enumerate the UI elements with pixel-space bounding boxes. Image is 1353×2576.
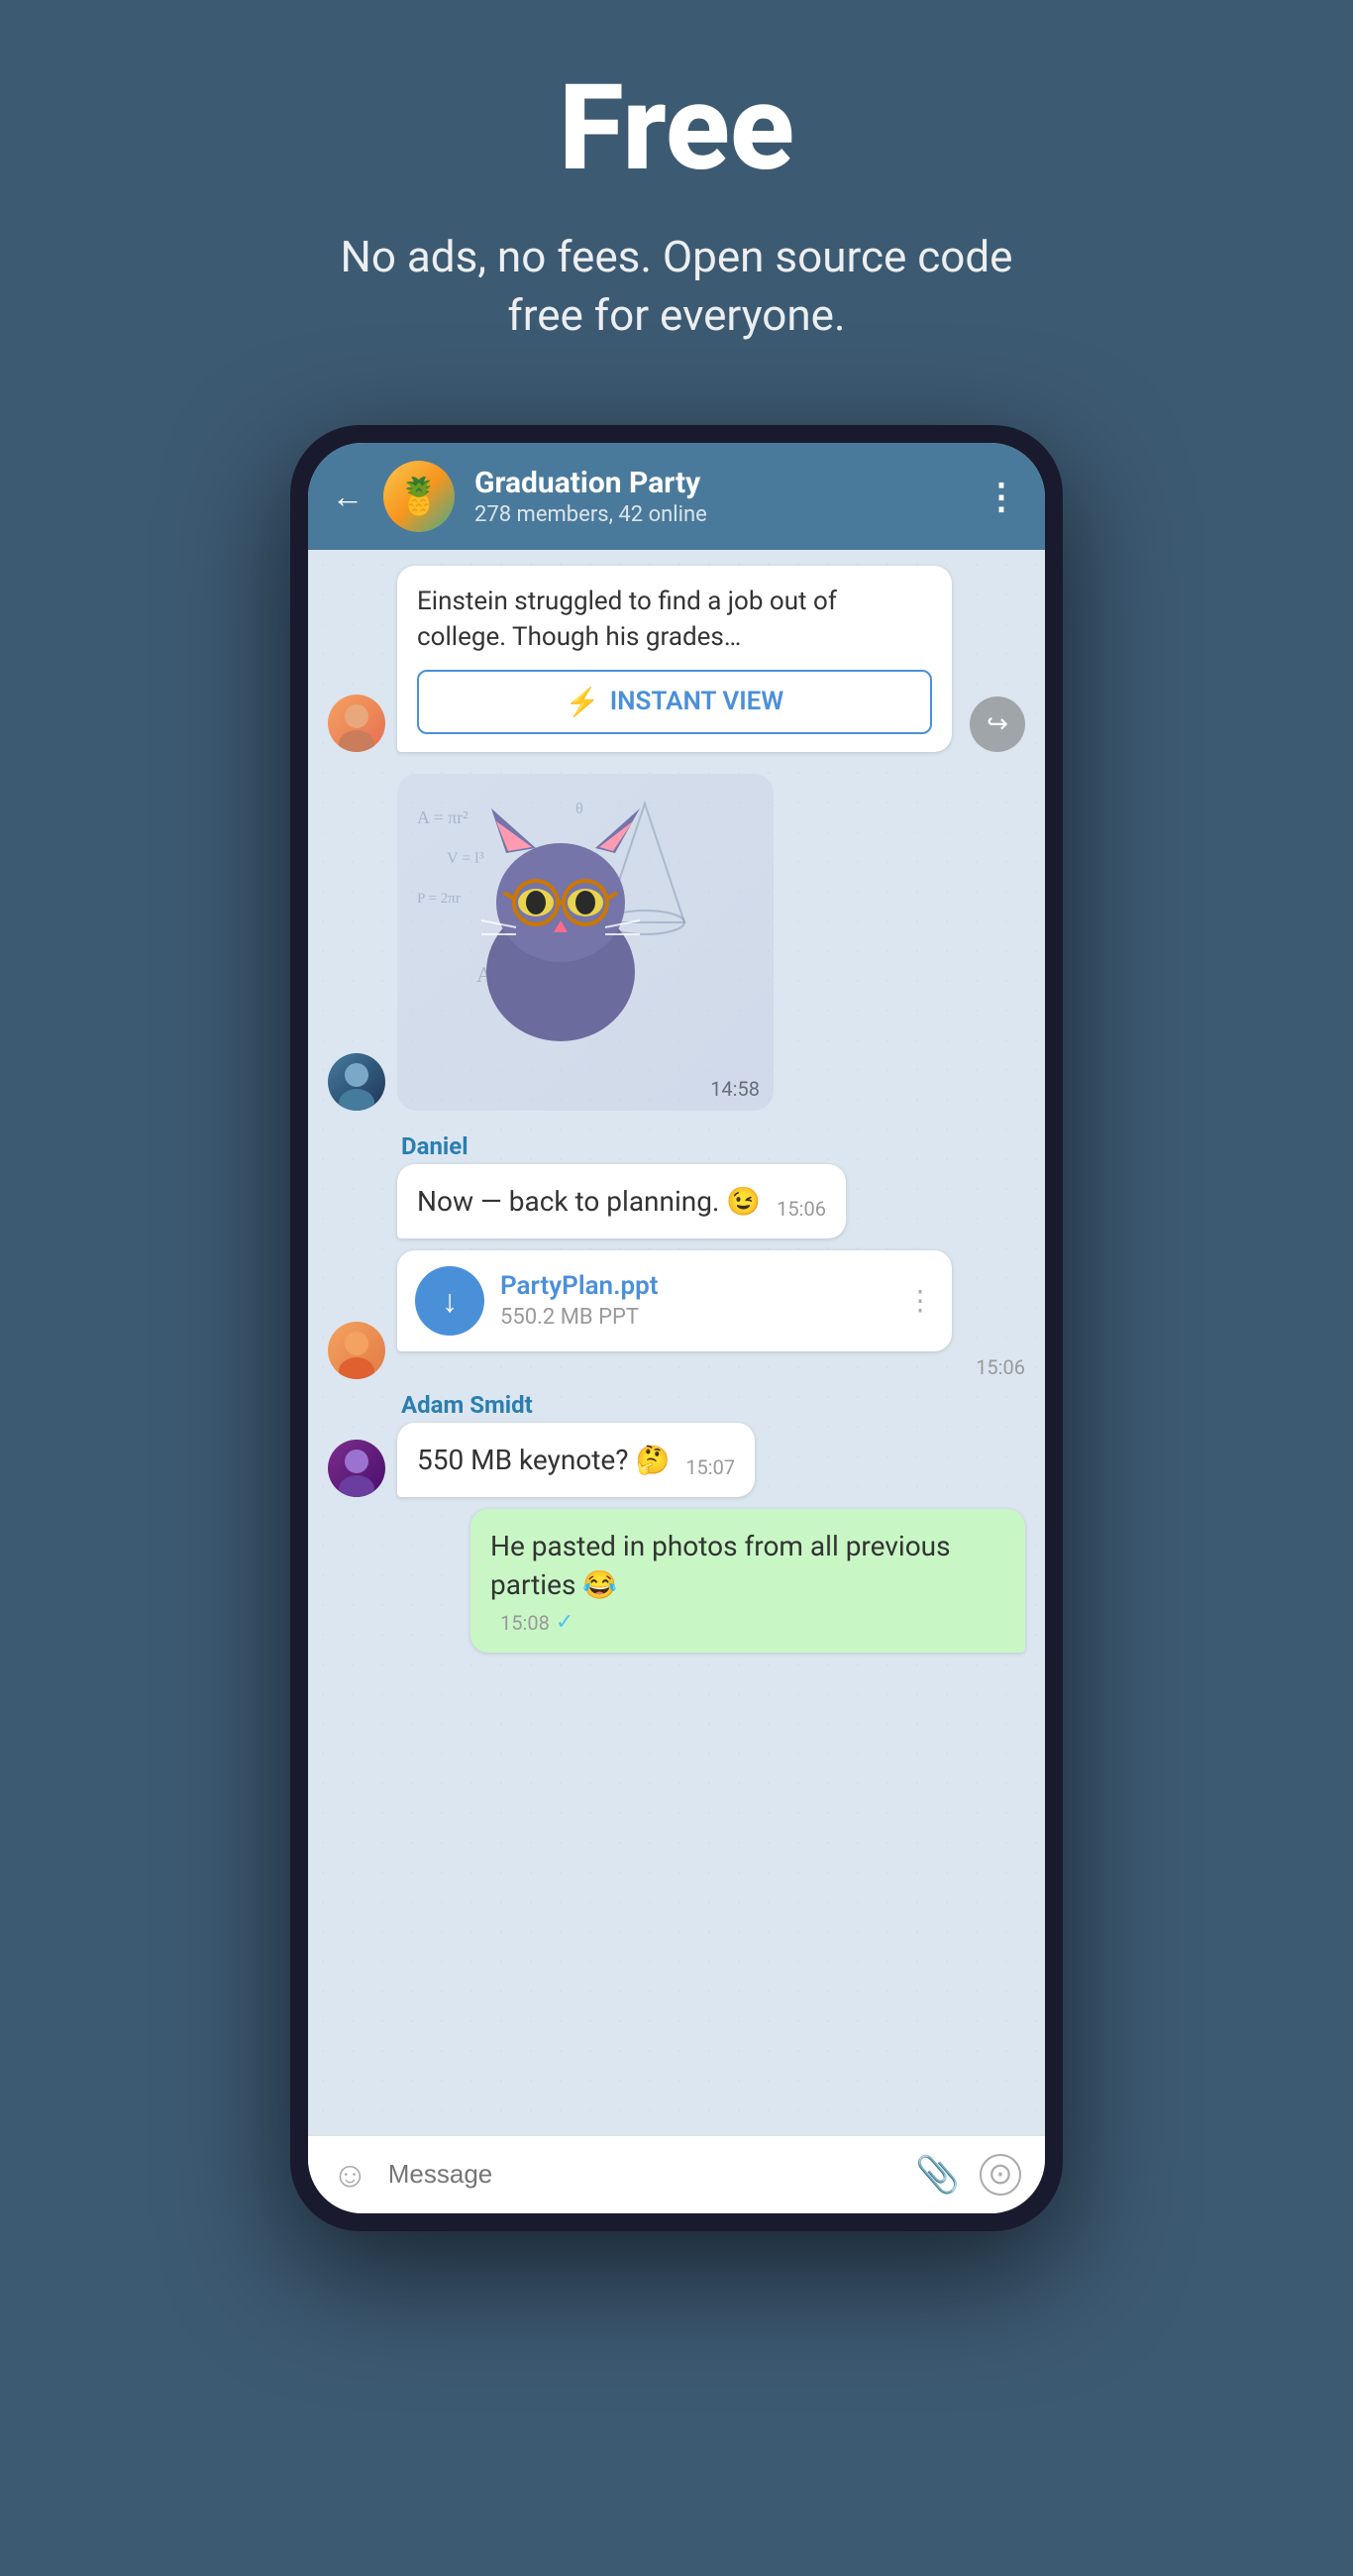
- group-info: Graduation Party 278 members, 42 online: [474, 466, 964, 527]
- avatar-man3: [328, 1440, 385, 1497]
- forward-button[interactable]: ↪: [970, 697, 1025, 752]
- daniel-bubble: Now — back to planning. 😉 15:06: [397, 1164, 846, 1238]
- group-avatar: 🍍: [383, 461, 455, 532]
- file-message-wrap: ↓ PartyPlan.ppt 550.2 MB PPT ⋮ 15:06: [328, 1250, 1025, 1379]
- article-preview-text: Einstein struggled to find a job out of …: [417, 584, 932, 656]
- sticker-message: A = πr² θ V = l³ P = 2πr s = √(r²+h²) A …: [328, 764, 1025, 1121]
- adam-message-wrap: Adam Smidt 550 MB keynote? 🤔 15:07: [328, 1391, 1025, 1497]
- attach-button[interactable]: 📎: [915, 2154, 960, 2196]
- phone-screen: ← 🍍 Graduation Party 278 members, 42 onl…: [308, 443, 1045, 2213]
- daniel-time: 15:06: [777, 1197, 826, 1221]
- article-message: Einstein struggled to find a job out of …: [328, 566, 1025, 752]
- daniel-text: Now — back to planning. 😉: [417, 1182, 761, 1221]
- daniel-message-wrap: Daniel Now — back to planning. 😉 15:06: [328, 1132, 1025, 1238]
- svg-text:A = πr²: A = πr²: [417, 807, 468, 827]
- group-name: Graduation Party: [474, 466, 964, 500]
- file-message: ↓ PartyPlan.ppt 550.2 MB PPT ⋮ 15:06: [397, 1250, 1025, 1379]
- file-bubble: ↓ PartyPlan.ppt 550.2 MB PPT ⋮: [397, 1250, 952, 1351]
- own-message-wrap: He pasted in photos from all previous pa…: [328, 1509, 1025, 1653]
- chat-body: Einstein struggled to find a job out of …: [308, 550, 1045, 2135]
- article-bubble: Einstein struggled to find a job out of …: [397, 566, 952, 752]
- adam-text: 550 MB keynote? 🤔: [417, 1441, 670, 1479]
- sticker-image: A = πr² θ V = l³ P = 2πr s = √(r²+h²) A …: [397, 774, 774, 1111]
- hero-title: Free: [559, 59, 794, 198]
- file-time: 15:06: [976, 1355, 1025, 1379]
- avatar-woman: [328, 695, 385, 752]
- adam-message: Adam Smidt 550 MB keynote? 🤔 15:07: [397, 1391, 755, 1497]
- avatar-man2: [328, 1322, 385, 1379]
- file-name: PartyPlan.ppt: [500, 1271, 890, 1301]
- daniel-sender: Daniel: [397, 1132, 846, 1160]
- group-members: 278 members, 42 online: [474, 502, 964, 527]
- back-button[interactable]: ←: [332, 478, 364, 515]
- forward-icon: ↪: [987, 709, 1008, 739]
- file-menu-button[interactable]: ⋮: [906, 1284, 934, 1317]
- daniel-text-row: Now — back to planning. 😉 15:06: [417, 1182, 826, 1221]
- adam-time: 15:07: [685, 1455, 735, 1479]
- camera-button[interactable]: ⊙: [980, 2154, 1021, 2196]
- input-bar: ☺ 📎 ⊙: [308, 2135, 1045, 2213]
- svg-text:θ: θ: [575, 801, 583, 817]
- download-button[interactable]: ↓: [415, 1266, 484, 1336]
- adam-sender: Adam Smidt: [397, 1391, 755, 1419]
- adam-text-row: 550 MB keynote? 🤔 15:07: [417, 1441, 735, 1479]
- own-time: 15:08: [500, 1611, 550, 1635]
- adam-bubble: 550 MB keynote? 🤔 15:07: [397, 1423, 755, 1497]
- read-checkmark: ✓: [556, 1610, 573, 1635]
- avatar-spacer: [328, 1181, 385, 1238]
- svg-text:V = l³: V = l³: [447, 850, 484, 867]
- chat-header: ← 🍍 Graduation Party 278 members, 42 onl…: [308, 443, 1045, 550]
- avatar-man1: [328, 1053, 385, 1111]
- daniel-message: Daniel Now — back to planning. 😉 15:06: [397, 1132, 846, 1238]
- instant-view-label: INSTANT VIEW: [610, 687, 784, 716]
- file-meta: 550.2 MB PPT: [500, 1305, 890, 1330]
- instant-view-button[interactable]: ⚡ INSTANT VIEW: [417, 670, 932, 734]
- hero-subtitle: No ads, no fees. Open source code free f…: [330, 228, 1023, 346]
- file-info: PartyPlan.ppt 550.2 MB PPT: [500, 1271, 890, 1330]
- own-text-row: He pasted in photos from all previous pa…: [490, 1527, 1005, 1635]
- svg-text:P = 2πr: P = 2πr: [417, 891, 461, 907]
- header-menu-button[interactable]: ⋮: [984, 476, 1021, 517]
- own-bubble: He pasted in photos from all previous pa…: [470, 1509, 1025, 1653]
- phone-shell: ← 🍍 Graduation Party 278 members, 42 onl…: [290, 425, 1063, 2231]
- emoji-button[interactable]: ☺: [332, 2154, 368, 2196]
- own-text: He pasted in photos from all previous pa…: [490, 1527, 1005, 1604]
- lightning-icon: ⚡: [566, 686, 600, 718]
- file-time-row: 15:06: [397, 1355, 1025, 1379]
- sticker-timestamp: 14:58: [710, 1077, 760, 1101]
- group-avatar-emoji: 🍍: [397, 476, 442, 517]
- message-input[interactable]: [388, 2159, 895, 2190]
